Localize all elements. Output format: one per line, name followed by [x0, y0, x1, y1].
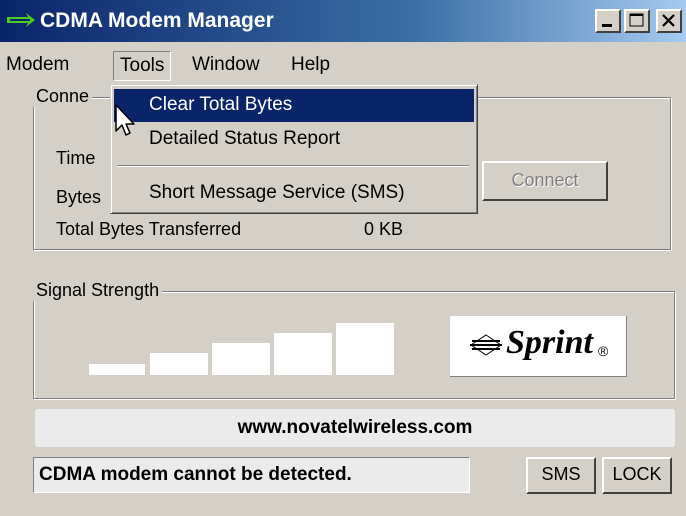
menu-item-clear-total-bytes[interactable]: Clear Total Bytes: [114, 89, 474, 122]
status-message: CDMA modem cannot be detected.: [33, 457, 470, 493]
maximize-button[interactable]: [624, 9, 650, 33]
menu-bar: Modem Tools Window Help: [0, 44, 686, 84]
menu-tools[interactable]: Tools: [113, 51, 172, 81]
tools-dropdown-menu: Clear Total Bytes Detailed Status Report…: [110, 84, 478, 214]
connect-button[interactable]: Connect: [482, 161, 608, 201]
signal-strength-group: Signal Strength Sprint ®: [33, 280, 675, 399]
close-button[interactable]: [656, 9, 682, 33]
minimize-button[interactable]: [595, 9, 621, 33]
total-bytes-value: 0 KB: [364, 219, 404, 239]
signal-bar-5: [336, 323, 394, 375]
total-bytes-label: Total Bytes Transferred: [56, 219, 242, 239]
menu-help[interactable]: Help: [285, 51, 336, 81]
bytes-label: Bytes: [56, 187, 102, 207]
signal-bar-3: [212, 343, 270, 375]
signal-strength-legend: Signal Strength: [33, 280, 163, 301]
signal-bar-1: [89, 364, 145, 375]
app-logo-icon: [7, 13, 35, 27]
menu-window[interactable]: Window: [186, 51, 266, 81]
sprint-registered-mark: ®: [598, 343, 609, 359]
signal-bar-4: [274, 333, 332, 375]
maximize-icon: [629, 13, 644, 27]
sprint-logo: Sprint ®: [450, 316, 627, 377]
menu-item-detailed-status-report[interactable]: Detailed Status Report: [114, 123, 474, 156]
menu-modem[interactable]: Modem: [0, 51, 75, 81]
app-window: CDMA Modem Manager Modem Tools Window He…: [0, 0, 686, 516]
connection-legend: Conne: [33, 86, 93, 107]
window-title: CDMA Modem Manager: [40, 9, 274, 32]
website-link[interactable]: www.novatelwireless.com: [35, 409, 675, 447]
sprint-diamond-icon: [470, 334, 502, 356]
minimize-icon: [602, 24, 612, 27]
time-label: Time: [56, 148, 96, 168]
menu-item-short-message-service[interactable]: Short Message Service (SMS): [114, 177, 474, 210]
sprint-brand-text: Sprint: [506, 324, 593, 361]
mouse-cursor-icon: [115, 104, 135, 136]
signal-bar-2: [150, 353, 208, 375]
close-icon: [662, 14, 675, 27]
title-bar[interactable]: CDMA Modem Manager: [0, 0, 686, 42]
sms-button[interactable]: SMS: [526, 457, 596, 494]
menu-separator: [117, 165, 469, 167]
lock-button[interactable]: LOCK: [602, 457, 672, 494]
